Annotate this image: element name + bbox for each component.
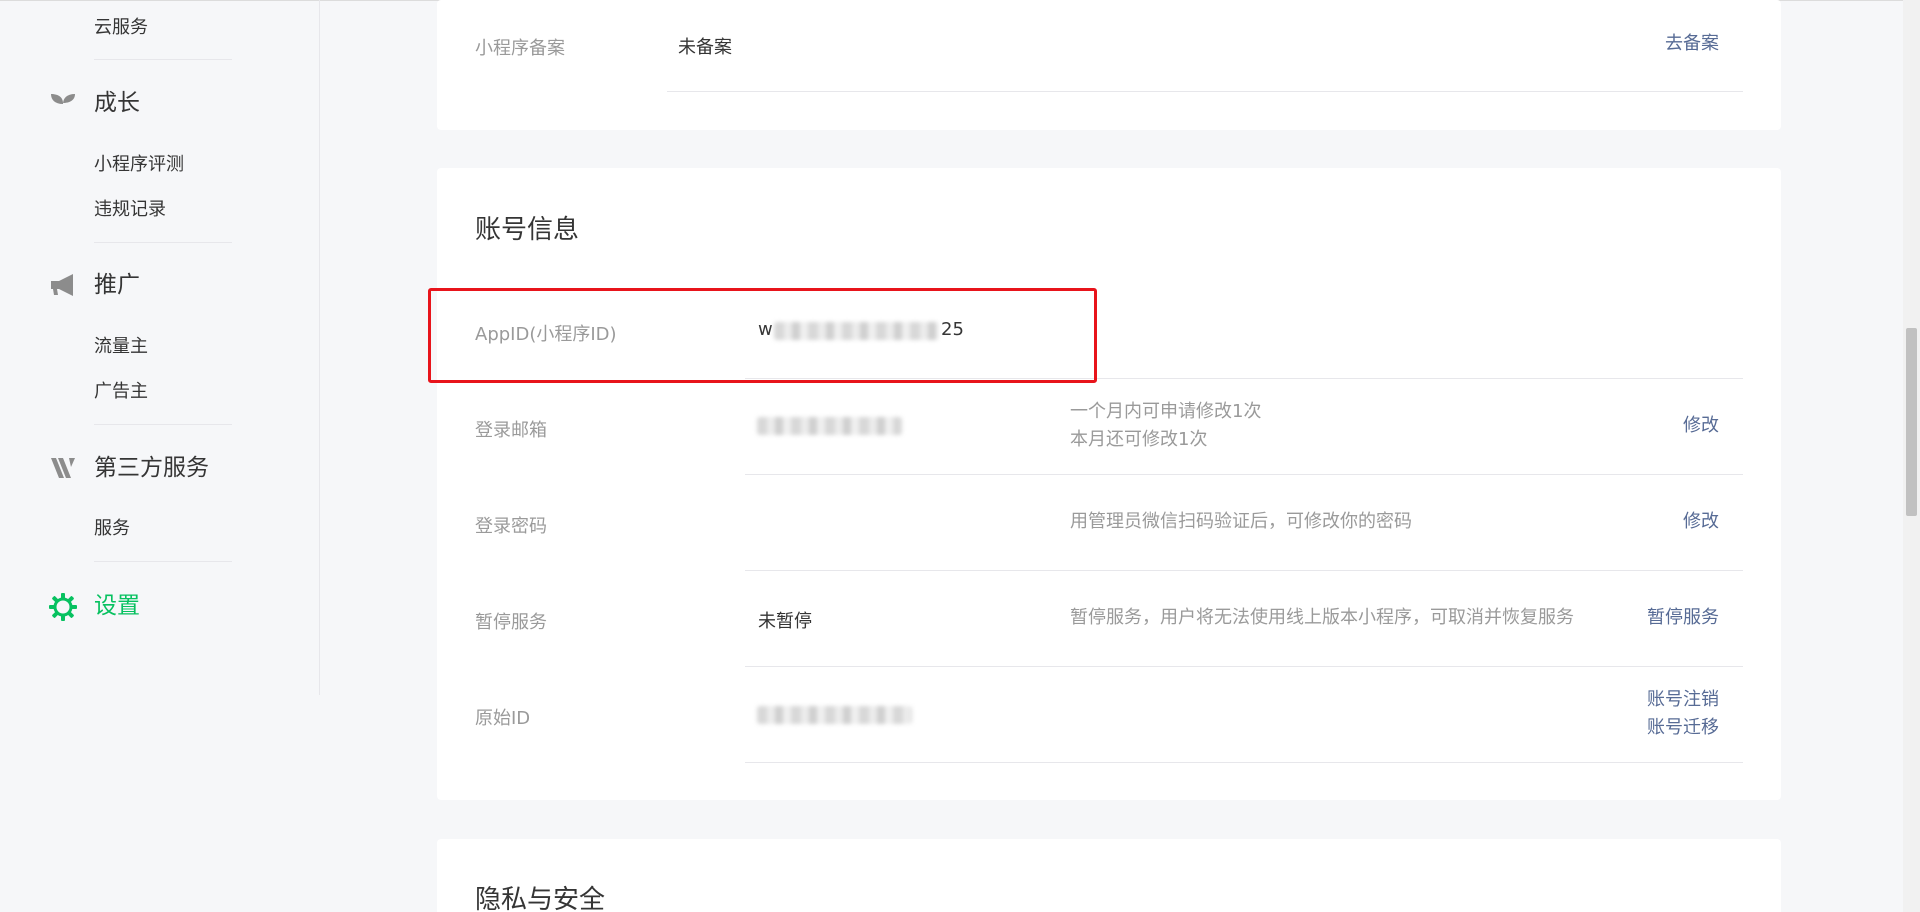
password-desc: 用管理员微信扫码验证后，可修改你的密码	[1070, 511, 1412, 532]
go-filing-link[interactable]: 去备案	[1665, 30, 1719, 58]
sidebar: 云服务 成长 小程序评测 违规记录 推广 流量主 广告主 第三方服务 服务 设置	[0, 0, 320, 695]
sidebar-item-advertiser[interactable]: 广告主	[94, 380, 148, 404]
origin-id-redacted	[757, 706, 912, 724]
origin-id-label: 原始ID	[475, 708, 531, 729]
email-desc: 一个月内可申请修改1次 本月还可修改1次	[1070, 398, 1261, 454]
sidebar-item-violations[interactable]: 违规记录	[94, 198, 166, 222]
divider	[745, 570, 1743, 571]
email-redacted	[757, 417, 902, 435]
account-cancel-link[interactable]: 账号注销	[1647, 686, 1719, 714]
suspend-status: 未暂停	[758, 611, 812, 632]
sidebar-item-traffic-owner[interactable]: 流量主	[94, 335, 148, 359]
account-migrate-link[interactable]: 账号迁移	[1647, 714, 1719, 742]
filing-card: 小程序备案 未备案 去备案	[437, 0, 1781, 130]
privacy-security-card: 隐私与安全	[437, 839, 1781, 912]
account-info-card: 账号信息 AppID(小程序ID) w 25 登录邮箱 一个月内可申请修改1次 …	[437, 168, 1781, 800]
divider	[94, 424, 232, 425]
privacy-security-title: 隐私与安全	[475, 885, 606, 912]
origin-id-actions: 账号注销 账号迁移	[1647, 686, 1719, 742]
divider	[745, 474, 1743, 475]
sidebar-item-cloud-service[interactable]: 云服务	[94, 16, 148, 40]
edit-email-link[interactable]: 修改	[1683, 412, 1719, 440]
email-desc-line2: 本月还可修改1次	[1070, 429, 1208, 450]
sidebar-section-third-party[interactable]: 第三方服务	[94, 453, 209, 483]
filing-label: 小程序备案	[475, 38, 565, 59]
email-desc-line1: 一个月内可申请修改1次	[1070, 401, 1262, 422]
sidebar-section-settings[interactable]: 设置	[94, 591, 140, 621]
suspend-desc: 暂停服务，用户将无法使用线上版本小程序，可取消并恢复服务	[1070, 607, 1574, 628]
sprout-icon	[48, 88, 78, 118]
suspend-label: 暂停服务	[475, 612, 547, 633]
sidebar-item-evaluation[interactable]: 小程序评测	[94, 153, 184, 177]
sidebar-section-growth[interactable]: 成长	[94, 88, 140, 118]
gear-icon	[48, 592, 78, 622]
megaphone-icon	[48, 270, 78, 300]
divider	[745, 762, 1743, 763]
sidebar-item-service[interactable]: 服务	[94, 517, 130, 541]
email-label: 登录邮箱	[475, 420, 547, 441]
sidebar-section-promotion[interactable]: 推广	[94, 270, 140, 300]
filing-status: 未备案	[678, 37, 732, 58]
divider	[94, 242, 232, 243]
divider	[94, 561, 232, 562]
third-party-icon	[48, 453, 78, 483]
edit-password-link[interactable]: 修改	[1683, 508, 1719, 536]
suspend-service-link[interactable]: 暂停服务	[1647, 604, 1719, 632]
divider	[745, 666, 1743, 667]
scrollbar-thumb[interactable]	[1906, 328, 1917, 516]
divider	[667, 91, 1743, 92]
divider	[94, 59, 232, 60]
appid-highlight-box	[428, 288, 1097, 383]
password-label: 登录密码	[475, 516, 547, 537]
account-info-title: 账号信息	[475, 215, 580, 245]
page-scrollbar[interactable]	[1903, 0, 1920, 912]
